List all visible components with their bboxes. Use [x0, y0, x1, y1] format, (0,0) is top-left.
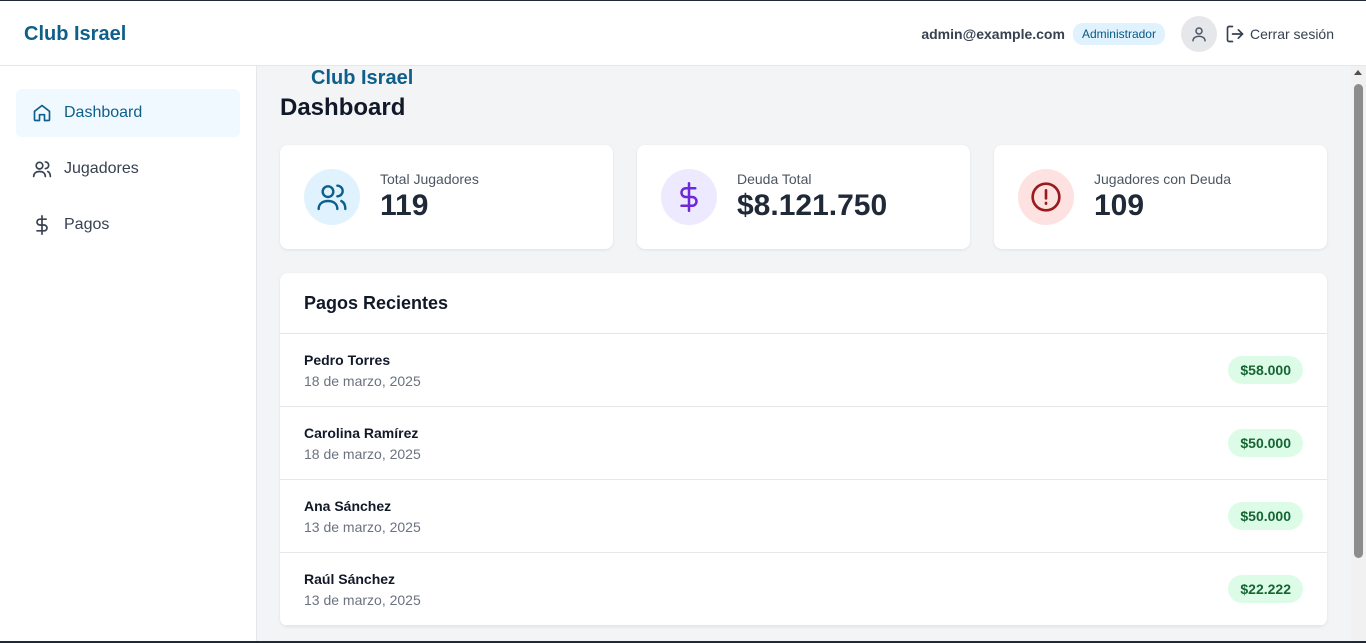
user-area: admin@example.com Administrador Cerrar s… [921, 15, 1334, 53]
recent-payments-title: Pagos Recientes [280, 273, 1327, 334]
sidebar-item-label: Dashboard [64, 104, 143, 121]
sidebar-item-pagos[interactable]: Pagos [16, 201, 240, 249]
stat-label: Deuda Total [737, 171, 812, 187]
logout-button[interactable]: Cerrar sesión [1225, 24, 1334, 44]
payment-amount-badge: $50.000 [1228, 502, 1303, 530]
payer-name: Carolina Ramírez [304, 424, 419, 441]
main-content: Dashboard Total Jugadores 119 Deuda Tota… [257, 66, 1351, 643]
user-email: admin@example.com [921, 26, 1065, 42]
vertical-scrollbar[interactable] [1351, 66, 1366, 643]
payer-name: Raúl Sánchez [304, 570, 396, 587]
alert-circle-icon [1031, 182, 1061, 212]
sidebar: Dashboard Jugadores Pagos [0, 66, 257, 643]
payment-row[interactable]: Carolina Ramírez 18 de marzo, 2025 $50.0… [280, 407, 1327, 480]
sidebar-item-label: Pagos [64, 216, 110, 233]
payment-date: 18 de marzo, 2025 [304, 372, 421, 389]
sidebar-item-dashboard[interactable]: Dashboard [16, 89, 240, 137]
payment-amount-badge: $22.222 [1228, 575, 1303, 603]
stat-card-total-debt: Deuda Total $8.121.750 [637, 145, 970, 249]
payment-row[interactable]: Raúl Sánchez 13 de marzo, 2025 $22.222 [280, 553, 1327, 626]
stat-value: $8.121.750 [737, 189, 888, 222]
logout-label: Cerrar sesión [1249, 26, 1334, 42]
users-icon [32, 161, 52, 178]
users-icon [317, 184, 347, 211]
payer-name: Ana Sánchez [304, 497, 392, 514]
avatar[interactable] [1180, 16, 1217, 52]
scroll-up-icon[interactable] [1354, 70, 1362, 75]
payment-date: 13 de marzo, 2025 [304, 591, 421, 608]
payment-row[interactable]: Pedro Torres 18 de marzo, 2025 $58.000 [280, 334, 1327, 407]
stat-card-players-with-debt: Jugadores con Deuda 109 [994, 145, 1327, 249]
stat-icon-wrap [304, 169, 360, 225]
stat-label: Total Jugadores [380, 171, 479, 187]
payment-date: 13 de marzo, 2025 [304, 518, 421, 535]
scrollbar-thumb[interactable] [1354, 84, 1363, 558]
payment-amount-badge: $58.000 [1228, 356, 1303, 384]
user-icon [1192, 27, 1206, 42]
dollar-icon [36, 215, 48, 235]
stats-row: Total Jugadores 119 Deuda Total $8.121.7… [280, 145, 1328, 249]
payment-date: 18 de marzo, 2025 [304, 445, 421, 462]
payer-name: Pedro Torres [304, 351, 391, 368]
logout-icon [1226, 25, 1244, 43]
dollar-icon [680, 182, 698, 212]
home-icon [33, 104, 51, 122]
recent-payments-panel: Pagos Recientes Pedro Torres 18 de marzo… [280, 273, 1327, 626]
role-badge: Administrador [1072, 23, 1165, 45]
stat-icon-wrap [1018, 169, 1074, 225]
top-bar: Club Israel Club Israel admin@example.co… [0, 0, 1366, 89]
page-title: Dashboard [280, 94, 406, 121]
stat-card-total-players: Total Jugadores 119 [280, 145, 613, 249]
sidebar-brand[interactable]: Club Israel [24, 23, 126, 46]
sidebar-item-jugadores[interactable]: Jugadores [16, 145, 240, 193]
sidebar-item-label: Jugadores [64, 160, 139, 177]
stat-value: 119 [380, 189, 429, 222]
stat-value: 109 [1094, 189, 1145, 222]
stat-icon-wrap [661, 169, 717, 225]
payment-amount-badge: $50.000 [1228, 429, 1303, 457]
stat-label: Jugadores con Deuda [1094, 171, 1231, 187]
payment-row[interactable]: Ana Sánchez 13 de marzo, 2025 $50.000 [280, 480, 1327, 553]
